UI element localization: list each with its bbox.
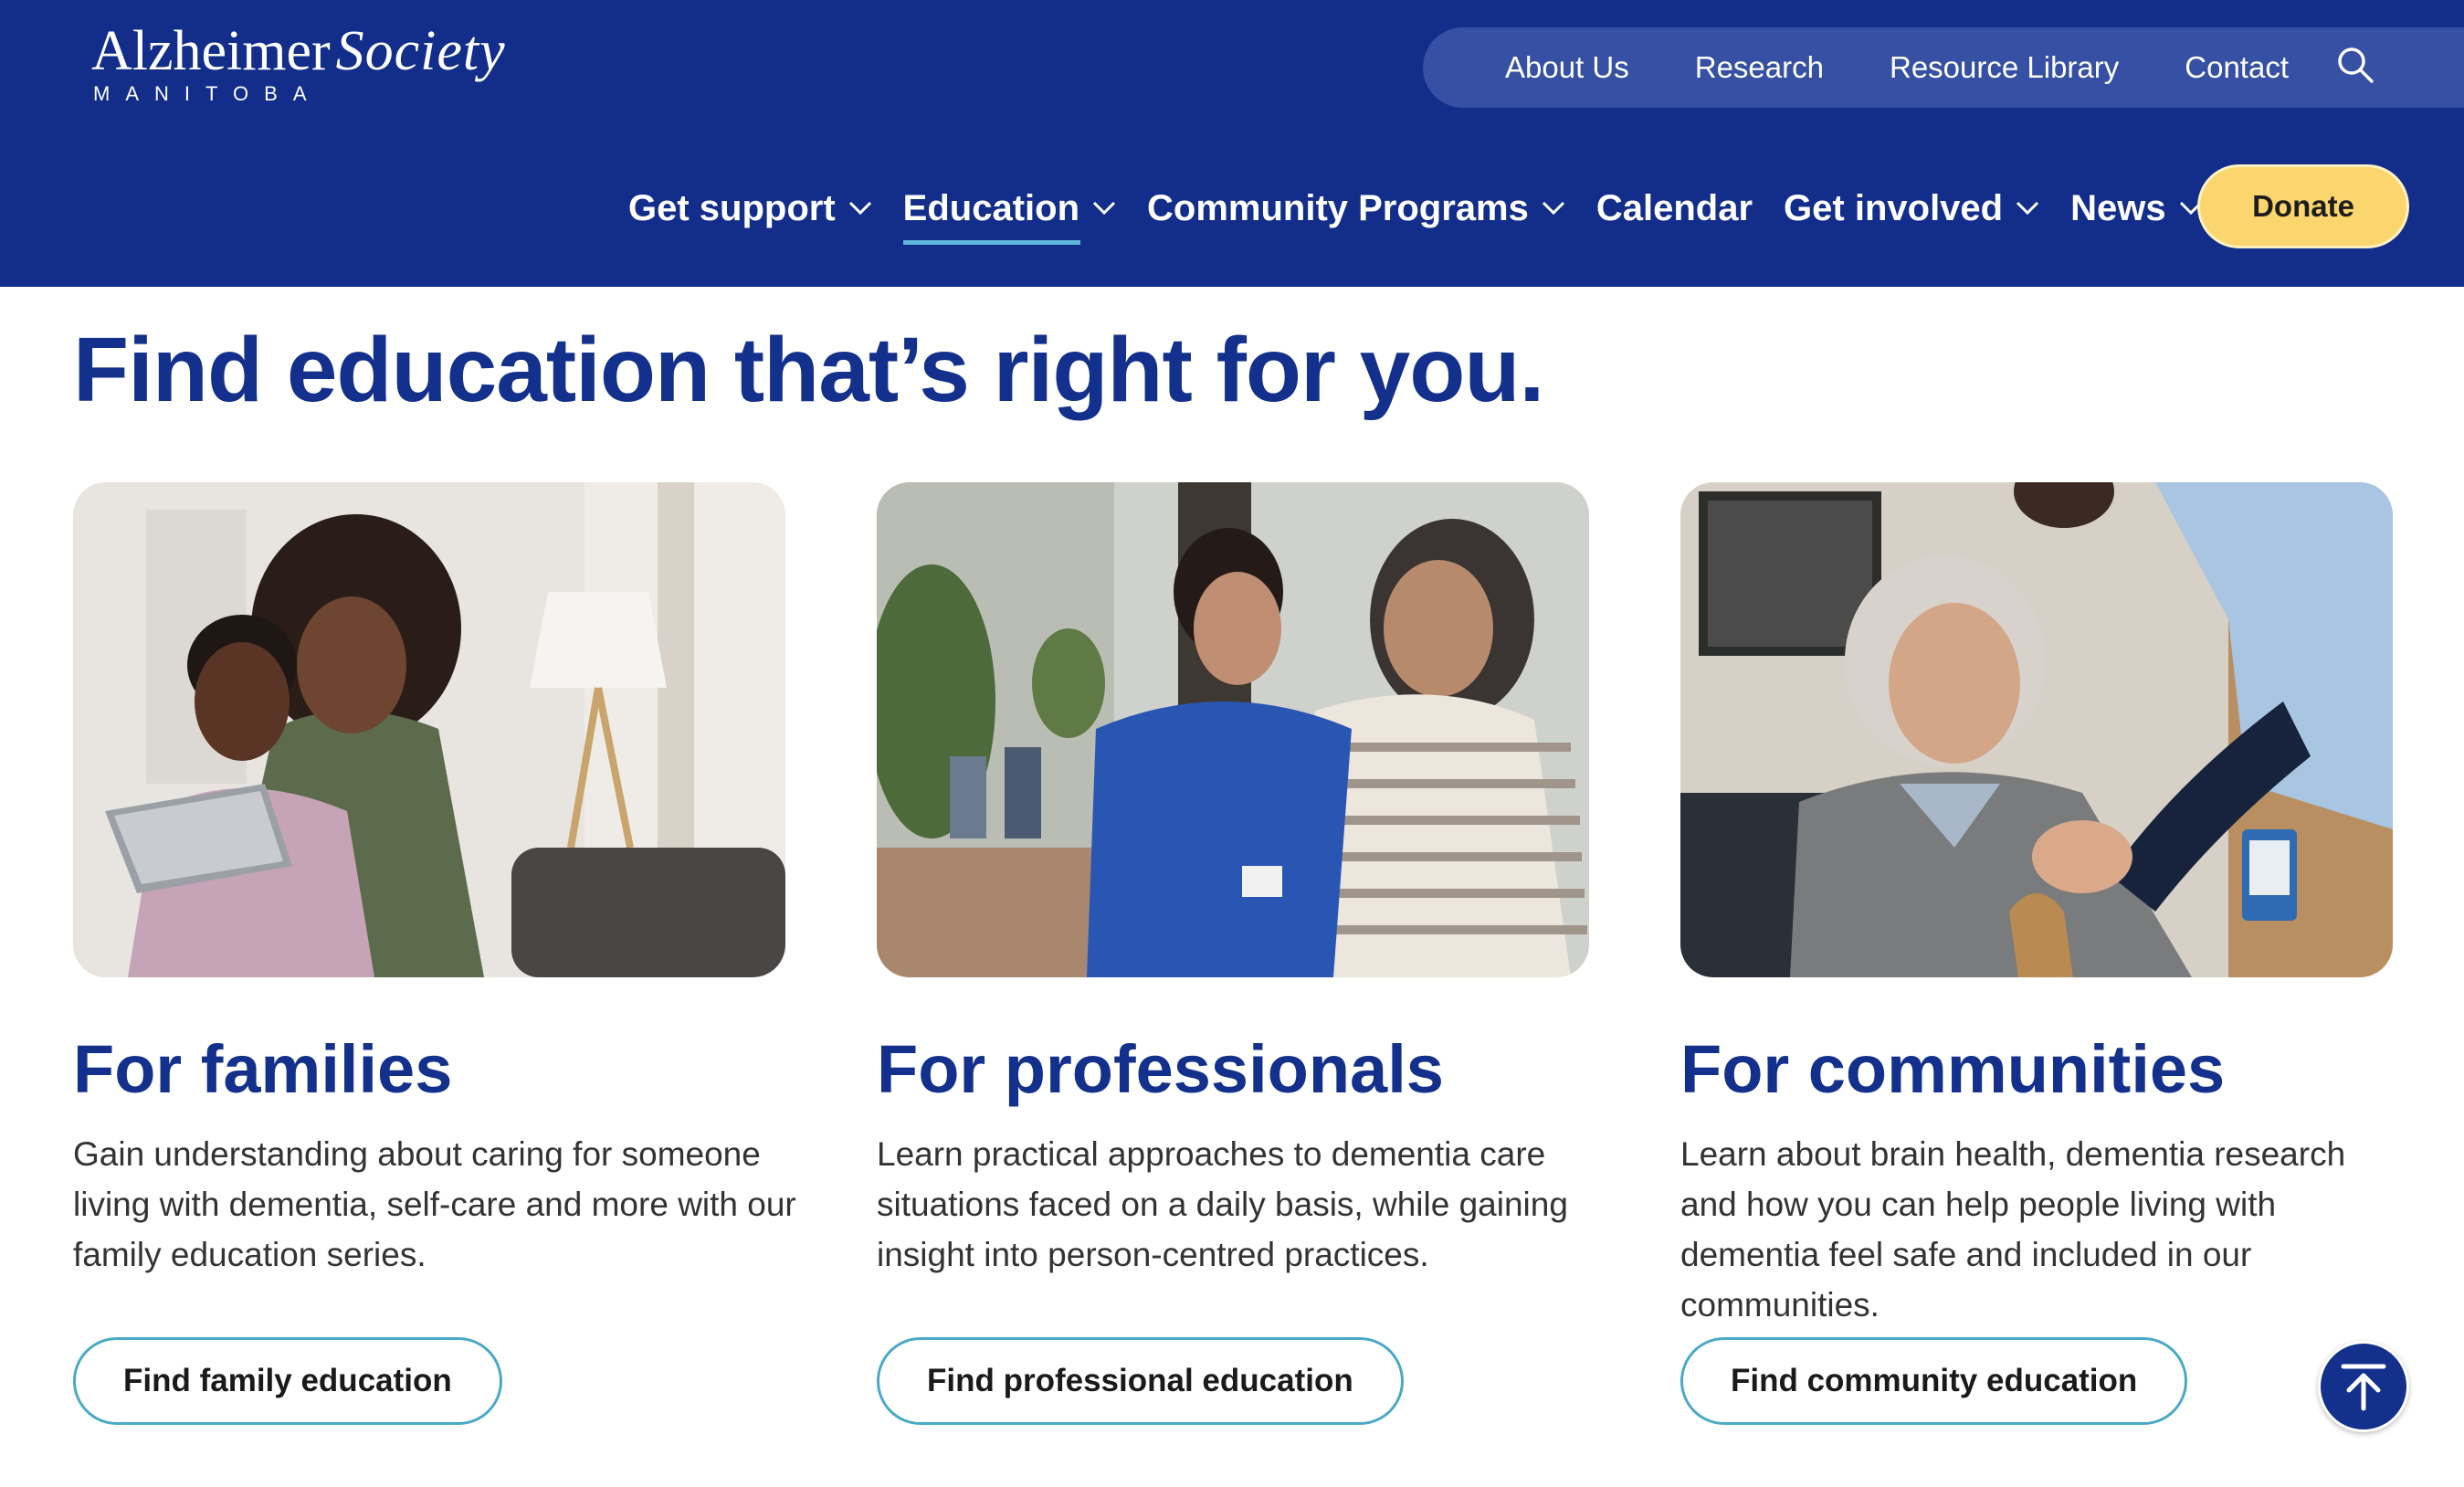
nav-get-involved[interactable]: Get involved [1784, 179, 2039, 237]
chevron-down-icon [1542, 201, 1565, 216]
nav-label: News [2070, 187, 2166, 228]
logo-name-part1: Alzheimer [91, 20, 331, 82]
nav-calendar[interactable]: Calendar [1596, 179, 1753, 237]
main-nav: Get support Education Community Programs… [628, 179, 2234, 245]
nav-label: Get involved [1784, 187, 2004, 228]
education-card-families: For families Gain understanding about ca… [73, 482, 796, 1425]
nav-get-support[interactable]: Get support [628, 179, 872, 237]
utility-link-resource-library[interactable]: Resource Library [1890, 50, 2119, 85]
utility-link-about-us[interactable]: About Us [1505, 50, 1629, 85]
arrow-up-icon [2341, 1364, 2386, 1411]
utility-nav: About Us Research Resource Library Conta… [1423, 27, 2464, 108]
utility-link-contact[interactable]: Contact [2185, 50, 2289, 85]
nav-community-programs[interactable]: Community Programs [1147, 179, 1565, 237]
card-description: Gain understanding about caring for some… [73, 1135, 796, 1273]
chevron-down-icon [2016, 201, 2039, 216]
search-button[interactable] [2332, 42, 2378, 88]
education-card-communities: For communities Learn about brain health… [1680, 482, 2393, 1425]
nav-label: Education [902, 187, 1080, 228]
photo-woman-and-elderly-mother-with-tablet [73, 482, 785, 977]
donate-button[interactable]: Donate [2197, 164, 2409, 248]
nav-news[interactable]: News [2070, 179, 2203, 237]
nav-education[interactable]: Education [902, 179, 1116, 245]
search-icon [2338, 47, 2374, 83]
find-community-education-button[interactable]: Find community education [1680, 1337, 2188, 1425]
photo-nurse-and-senior-woman-smiling [877, 482, 1589, 977]
education-card-professionals: For professionals Learn practical approa… [877, 482, 1589, 1425]
site-header: AlzheimerSociety MANITOBA About Us Resea… [0, 0, 2464, 287]
card-title: For professionals [877, 1031, 1444, 1107]
chevron-down-icon [1092, 201, 1116, 216]
logo-region: MANITOBA [93, 82, 322, 105]
nav-label: Calendar [1595, 187, 1753, 228]
find-professional-education-button[interactable]: Find professional education [877, 1337, 1404, 1425]
card-image [73, 482, 785, 977]
card-image [877, 482, 1589, 977]
card-image [1680, 482, 2393, 977]
find-family-education-button[interactable]: Find family education [73, 1337, 502, 1425]
utility-link-research[interactable]: Research [1695, 50, 1824, 85]
logo-name-part2: Society [335, 20, 506, 82]
photo-caregiver-helping-senior-woman-with-cane [1680, 482, 2393, 977]
card-description: Learn practical approaches to dementia c… [877, 1135, 1568, 1273]
chevron-down-icon [848, 201, 872, 216]
card-title: For families [73, 1031, 453, 1107]
card-description: Learn about brain health, dementia resea… [1680, 1135, 2346, 1324]
site-logo[interactable]: AlzheimerSociety MANITOBA [91, 18, 506, 106]
card-title: For communities [1680, 1031, 2226, 1107]
nav-label: Get support [628, 187, 836, 228]
logo-wordmark: AlzheimerSociety [91, 18, 506, 84]
nav-label: Community Programs [1147, 187, 1529, 228]
page-title: Find education that’s right for you. [73, 319, 1544, 421]
back-to-top-button[interactable] [2318, 1341, 2409, 1432]
